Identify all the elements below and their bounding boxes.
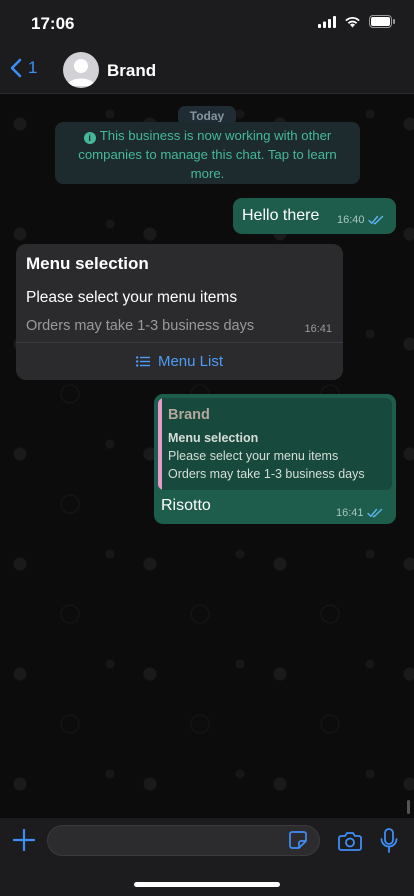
- cellular-signal-icon: [318, 15, 336, 28]
- chat-area[interactable]: Today i This business is now working with…: [0, 94, 414, 818]
- battery-icon: [369, 15, 395, 28]
- business-notice[interactable]: i This business is now working with other…: [55, 122, 360, 184]
- home-indicator[interactable]: [134, 882, 280, 887]
- menu-list-button[interactable]: Menu List: [16, 343, 343, 380]
- business-notice-text: This business is now working with other …: [78, 128, 337, 181]
- contact-avatar[interactable]: [63, 52, 99, 88]
- incoming-list-message: Menu selection Please select your menu i…: [16, 244, 343, 380]
- outgoing-reply-message[interactable]: Brand Menu selection Please select your …: [154, 394, 396, 524]
- chevron-left-icon: [10, 58, 22, 78]
- message-time: 16:41: [304, 323, 332, 335]
- status-time: 17:06: [31, 14, 75, 33]
- message-input[interactable]: [47, 825, 320, 856]
- message-time: 16:41: [336, 507, 364, 519]
- wifi-icon: [345, 16, 360, 27]
- double-check-icon: [366, 508, 382, 518]
- double-check-icon: [367, 215, 383, 225]
- message-time: 16:40: [337, 214, 365, 226]
- list-icon: [135, 356, 150, 367]
- status-bar: 17:06: [0, 0, 414, 46]
- chat-header: 1 Brand: [0, 46, 414, 94]
- message-meta: 16:41: [336, 507, 383, 519]
- back-button[interactable]: 1: [10, 58, 37, 78]
- message-text: Risotto: [161, 497, 211, 514]
- quote-bar: [158, 398, 162, 490]
- quoted-body: Please select your menu items: [168, 449, 339, 463]
- sticker-icon[interactable]: [288, 830, 308, 850]
- outgoing-message[interactable]: Hello there 16:40: [233, 198, 396, 234]
- info-icon: i: [83, 132, 96, 144]
- status-icons: [318, 15, 396, 28]
- message-text: Hello there: [242, 207, 320, 224]
- back-count-badge: 1: [28, 58, 38, 77]
- person-icon: [67, 59, 95, 86]
- list-message-footer: Orders may take 1-3 business days: [26, 318, 255, 334]
- menu-list-label: Menu List: [157, 353, 224, 370]
- contact-name[interactable]: Brand: [107, 61, 156, 81]
- scroll-indicator[interactable]: [407, 800, 410, 814]
- list-message-body: Please select your menu items: [26, 289, 238, 306]
- microphone-icon[interactable]: [380, 828, 398, 854]
- quoted-title: Menu selection: [168, 431, 259, 445]
- list-message-title: Menu selection: [26, 254, 149, 273]
- quoted-footer: Orders may take 1-3 business days: [168, 467, 365, 481]
- quoted-message[interactable]: Brand Menu selection Please select your …: [158, 398, 392, 490]
- quoted-sender: Brand: [168, 407, 210, 423]
- plus-icon[interactable]: [12, 828, 36, 852]
- camera-icon[interactable]: [338, 830, 362, 852]
- message-meta: 16:40: [337, 214, 384, 226]
